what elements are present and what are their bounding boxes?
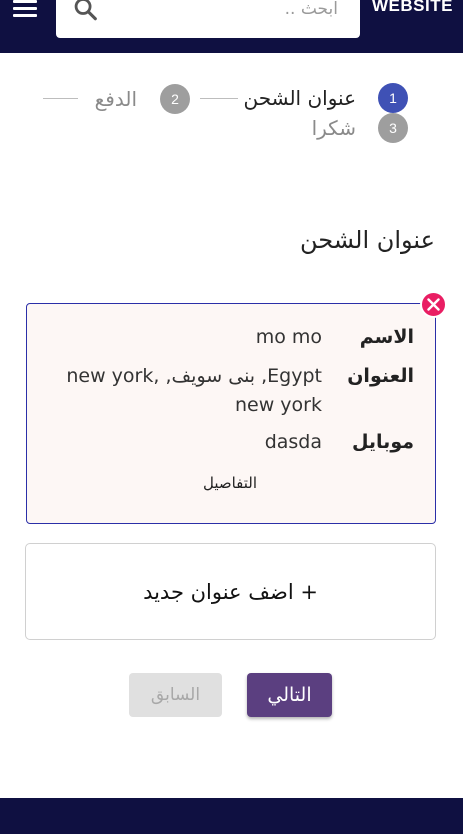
page-title: عنوان الشحن bbox=[299, 226, 435, 254]
top-header: WEBSITE bbox=[0, 0, 463, 53]
search-input[interactable] bbox=[118, 0, 338, 22]
name-value: mo mo bbox=[255, 326, 322, 348]
name-label: الاسم bbox=[359, 326, 414, 348]
step-3-label: شكرا bbox=[311, 116, 356, 140]
step-connector bbox=[200, 98, 238, 99]
next-button[interactable]: التالي bbox=[247, 673, 332, 717]
step-1-number: 1 bbox=[378, 83, 408, 113]
add-new-address-label: + اضف عنوان جديد bbox=[143, 580, 318, 604]
address-value: Egypt, بنى سويف, new york, new york bbox=[66, 365, 322, 416]
footer bbox=[0, 798, 463, 834]
previous-button[interactable]: السابق bbox=[129, 673, 222, 717]
close-icon bbox=[427, 298, 440, 311]
step-1-label: عنوان الشحن bbox=[243, 86, 356, 110]
add-new-address-button[interactable]: + اضف عنوان جديد bbox=[25, 543, 436, 640]
step-2-label: الدفع bbox=[94, 87, 137, 111]
address-label: العنوان bbox=[347, 365, 414, 387]
search-bar bbox=[56, 0, 360, 38]
site-logo-text[interactable]: WEBSITE bbox=[372, 0, 453, 16]
checkout-page: WEBSITE 1 عنوان الشحن 2 الدفع 3 شكرا عنو… bbox=[0, 0, 463, 834]
menu-icon[interactable] bbox=[13, 0, 39, 18]
step-connector bbox=[43, 98, 78, 99]
step-2-number: 2 bbox=[160, 84, 190, 114]
search-icon[interactable] bbox=[72, 0, 100, 24]
mobile-value: dasda bbox=[264, 431, 322, 453]
mobile-label: موبايل bbox=[351, 431, 414, 453]
details-link[interactable]: التفاصيل bbox=[150, 474, 310, 492]
remove-address-button[interactable] bbox=[420, 291, 447, 318]
step-3-number: 3 bbox=[378, 113, 408, 143]
